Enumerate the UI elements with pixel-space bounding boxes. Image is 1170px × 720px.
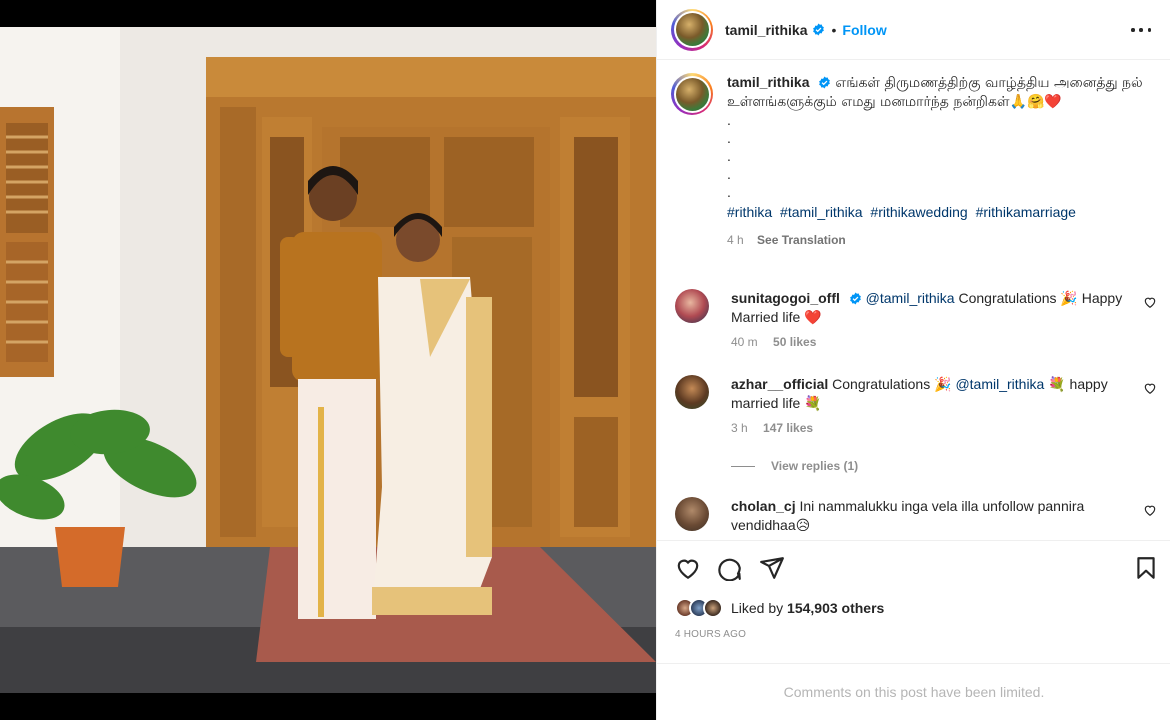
heart-icon[interactable] xyxy=(675,555,701,581)
caption-author-avatar[interactable] xyxy=(671,73,713,115)
caption-time: 4 h xyxy=(727,233,744,247)
view-replies-button[interactable]: View replies (1) xyxy=(731,459,858,473)
more-icon[interactable] xyxy=(1131,21,1151,39)
view-replies-label: View replies (1) xyxy=(771,459,859,473)
post-photo[interactable] xyxy=(0,27,656,693)
comment-item: sunitagogoi_offl @tamil_rithika Congratu… xyxy=(671,289,1161,352)
likes-summary[interactable]: Liked by 154,903 others xyxy=(675,598,884,618)
heart-icon[interactable] xyxy=(1143,503,1157,517)
comment-likes[interactable]: 50 likes xyxy=(773,335,816,349)
author-avatar[interactable] xyxy=(671,8,713,51)
mention-link[interactable]: @tamil_rithika xyxy=(955,376,1044,392)
comment-text: Congratulations 🎉 xyxy=(832,376,952,392)
likes-prefix: Liked by xyxy=(731,600,784,616)
post-side-panel: tamil_rithika • Follow tamil_rithika எங்… xyxy=(656,0,1170,720)
post-timestamp: 4 HOURS AGO xyxy=(675,629,747,640)
hashtag-link[interactable]: #rithika xyxy=(727,204,772,220)
see-translation-link[interactable]: See Translation xyxy=(757,233,846,247)
verified-icon xyxy=(819,76,831,89)
comment-time: 3 h xyxy=(731,421,748,435)
comment-icon[interactable] xyxy=(717,555,743,581)
post-header: tamil_rithika • Follow xyxy=(657,0,1170,60)
replies-divider xyxy=(731,465,755,467)
hashtag-link[interactable]: #tamil_rithika xyxy=(780,204,862,220)
commenter-avatar[interactable] xyxy=(675,289,709,323)
mention-link[interactable]: @tamil_rithika xyxy=(866,290,955,306)
commenter-avatar[interactable] xyxy=(675,375,709,409)
hashtags: #rithika #tamil_rithika #rithikawedding … xyxy=(727,203,1151,221)
likes-count[interactable]: 154,903 others xyxy=(787,600,884,616)
comment-item: azhar__official Congratulations 🎉 @tamil… xyxy=(671,375,1161,438)
separator-dot: • xyxy=(831,21,837,38)
comment-likes[interactable]: 147 likes xyxy=(763,421,813,435)
action-bar xyxy=(657,540,1170,594)
photo-panel xyxy=(0,0,656,720)
heart-icon[interactable] xyxy=(1143,381,1157,395)
follow-button[interactable]: Follow xyxy=(842,22,886,38)
caption-dots: . . . . . xyxy=(727,112,731,200)
author-username[interactable]: tamil_rithika xyxy=(725,22,807,38)
comments-scroll-area[interactable]: tamil_rithika எங்கள் திருமணத்திற்கு வாழ்… xyxy=(657,61,1170,539)
comment-item: cholan_cj Ini nammalukku inga vela illa … xyxy=(671,497,1161,535)
liker-avatar xyxy=(703,598,723,618)
heart-icon[interactable] xyxy=(1143,295,1157,309)
post-caption: tamil_rithika எங்கள் திருமணத்திற்கு வாழ்… xyxy=(671,73,1151,249)
hashtag-link[interactable]: #rithikawedding xyxy=(870,204,967,220)
share-icon[interactable] xyxy=(759,555,785,581)
commenter-username[interactable]: sunitagogoi_offl xyxy=(731,290,840,306)
wedding-photo-illustration xyxy=(0,27,656,693)
comment-time: 40 m xyxy=(731,335,758,349)
commenter-avatar[interactable] xyxy=(675,497,709,531)
caption-username[interactable]: tamil_rithika xyxy=(727,74,809,90)
verified-icon xyxy=(813,23,825,36)
verified-icon xyxy=(849,292,861,305)
hashtag-link[interactable]: #rithikamarriage xyxy=(976,204,1076,220)
caption-meta: 4 h See Translation xyxy=(727,231,1151,249)
commenter-username[interactable]: azhar__official xyxy=(731,376,828,392)
comments-limited-notice: Comments on this post have been limited. xyxy=(657,663,1170,720)
save-icon[interactable] xyxy=(1133,555,1159,581)
commenter-username[interactable]: cholan_cj xyxy=(731,498,796,514)
